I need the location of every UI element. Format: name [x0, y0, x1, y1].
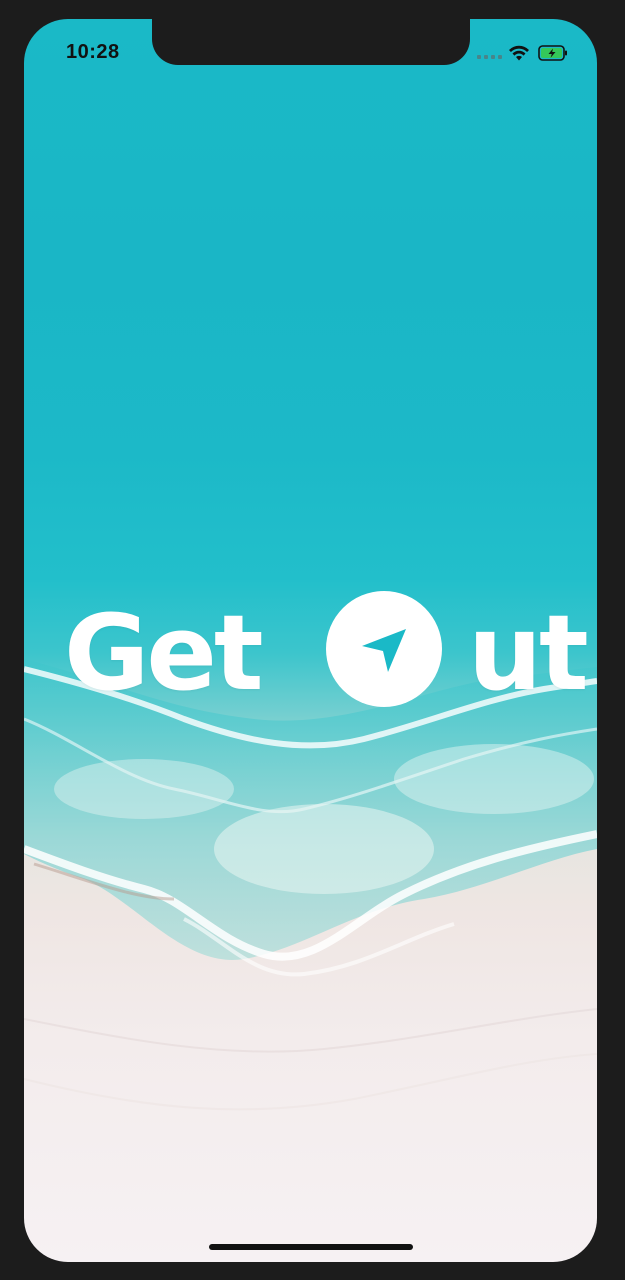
- navigation-arrow-icon: [362, 629, 406, 672]
- logo-text-ut: ut: [468, 592, 589, 714]
- battery-charging-icon: [538, 45, 567, 61]
- logo-text-get: Get: [64, 592, 264, 714]
- app-logo: Get ut: [64, 587, 589, 717]
- signal-icon: [477, 55, 502, 59]
- home-indicator[interactable]: [209, 1244, 413, 1250]
- wifi-icon: [509, 45, 529, 61]
- status-bar: 10:28: [24, 19, 597, 83]
- status-time: 10:28: [66, 41, 120, 63]
- device-frame: 10:28 Get ut: [0, 0, 625, 1280]
- splash-screen: 10:28 Get ut: [24, 19, 597, 1262]
- logo-circle: [326, 591, 442, 707]
- notch: [152, 19, 470, 65]
